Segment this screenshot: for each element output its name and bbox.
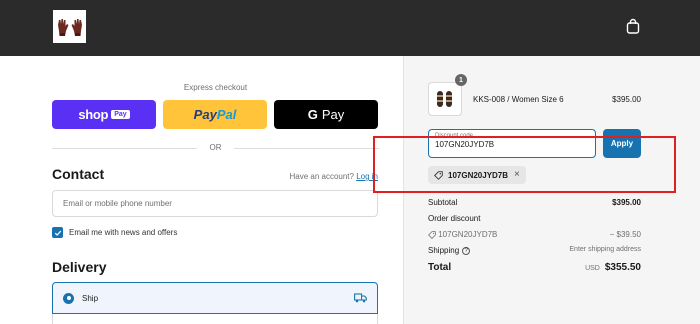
- shipping-row: Shipping? Enter shipping address: [428, 246, 641, 255]
- discount-code-label: Discount code: [435, 133, 474, 139]
- total-label: Total: [428, 262, 452, 273]
- tag-icon: [434, 170, 443, 180]
- express-checkout-label: Express checkout: [183, 83, 248, 92]
- order-discount-label: Order discount: [428, 214, 481, 223]
- product-thumbnail: [428, 82, 462, 116]
- product-name: KKS-008 / Women Size 6: [473, 95, 564, 104]
- discount-code-field[interactable]: Discount code 107GN20JYD7B: [428, 129, 596, 158]
- remove-code-icon[interactable]: ×: [514, 170, 520, 180]
- google-pay-button[interactable]: G Pay: [274, 100, 378, 129]
- shop-pay-word: shop: [78, 107, 109, 122]
- newsletter-checkbox[interactable]: [52, 227, 63, 238]
- currency-code: USD: [585, 265, 600, 272]
- shopping-bag-icon[interactable]: [626, 18, 640, 34]
- gloves-logo[interactable]: [53, 10, 86, 43]
- delivery-heading: Delivery: [52, 259, 107, 275]
- ship-option[interactable]: Ship: [52, 282, 378, 314]
- email-field[interactable]: [52, 190, 378, 217]
- truck-icon: [354, 293, 367, 303]
- ship-radio[interactable]: [63, 292, 74, 304]
- have-account-text: Have an account? Log in: [289, 172, 378, 181]
- shipping-label: Shipping?: [428, 246, 471, 255]
- discount-line-code: 107GN20JYD7B: [428, 230, 497, 239]
- subtotal-value: $395.00: [612, 198, 641, 207]
- apply-button[interactable]: Apply: [603, 129, 641, 158]
- subtotal-row: Subtotal $395.00: [428, 198, 641, 207]
- order-summary: 1 KKS-008 / Women Size 6 $395.00 Discoun…: [403, 56, 700, 324]
- subtotal-label: Subtotal: [428, 198, 458, 207]
- login-link[interactable]: Log in: [356, 172, 378, 181]
- ship-label: Ship: [82, 293, 99, 303]
- or-divider: OR: [52, 143, 379, 153]
- store-header: [0, 0, 700, 56]
- product-price: $395.00: [612, 95, 641, 104]
- applied-code-label: 107GN20JYD7B: [448, 170, 509, 180]
- contact-heading: Contact: [52, 166, 105, 182]
- discount-amount: − $39.50: [609, 230, 641, 239]
- checkout-form: Express checkout shop Pay PayPal G Pay OR…: [0, 56, 403, 324]
- newsletter-option[interactable]: Email me with news and offers: [52, 227, 177, 238]
- paypal-wordmark: PayPal: [193, 107, 237, 122]
- tag-icon: [428, 231, 436, 239]
- newsletter-label: Email me with news and offers: [69, 228, 178, 237]
- google-g-icon: G: [307, 107, 318, 122]
- discount-code-value[interactable]: 107GN20JYD7B: [435, 140, 589, 149]
- shipping-value: Enter shipping address: [569, 246, 641, 253]
- shop-pay-button[interactable]: shop Pay: [52, 100, 156, 129]
- discount-line-row: 107GN20JYD7B − $39.50: [428, 230, 641, 239]
- total-value: $355.50: [604, 262, 641, 273]
- google-pay-wordmark: G Pay: [307, 107, 345, 122]
- applied-code-chip: 107GN20JYD7B ×: [428, 166, 526, 184]
- total-row: Total USD $355.50: [428, 262, 641, 273]
- order-discount-row: Order discount: [428, 214, 641, 223]
- check-icon: [54, 230, 61, 236]
- quantity-badge: 1: [455, 74, 467, 86]
- paypal-button[interactable]: PayPal: [163, 100, 267, 129]
- pickup-option[interactable]: [52, 314, 378, 324]
- shop-pay-chip: Pay: [111, 110, 130, 119]
- help-icon[interactable]: ?: [462, 246, 471, 255]
